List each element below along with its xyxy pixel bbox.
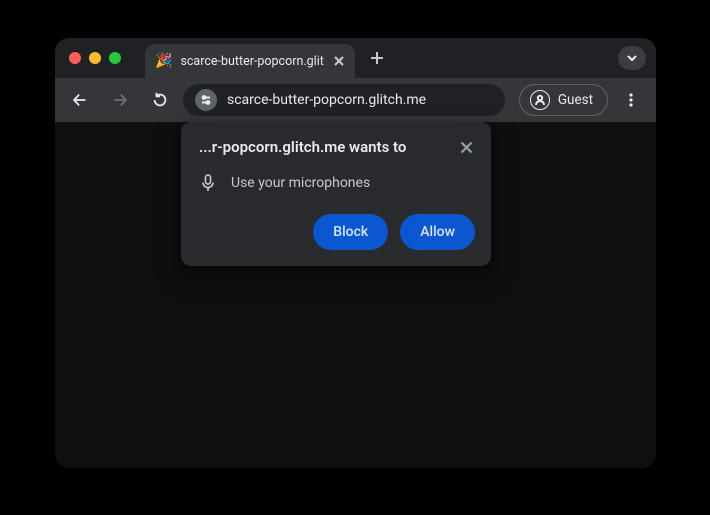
close-window-button[interactable] bbox=[69, 52, 81, 64]
permission-dialog-close-button[interactable] bbox=[455, 136, 477, 158]
tab-close-button[interactable] bbox=[332, 54, 345, 68]
browser-menu-button[interactable] bbox=[614, 83, 648, 117]
tab-favicon-icon: 🎉 bbox=[155, 53, 172, 69]
block-button[interactable]: Block bbox=[313, 214, 388, 250]
browser-tab[interactable]: 🎉 scarce-butter-popcorn.glitch bbox=[145, 44, 355, 78]
tab-strip: 🎉 scarce-butter-popcorn.glitch bbox=[55, 38, 656, 78]
profile-label: Guest bbox=[558, 92, 593, 108]
permission-item: Use your microphones bbox=[199, 174, 475, 192]
browser-window: 🎉 scarce-butter-popcorn.glitch bbox=[55, 38, 656, 468]
microphone-icon bbox=[199, 174, 217, 192]
maximize-window-button[interactable] bbox=[109, 52, 121, 64]
tab-title: scarce-butter-popcorn.glitch bbox=[180, 54, 324, 69]
permission-dialog: ...r-popcorn.glitch.me wants to Use your… bbox=[181, 122, 491, 266]
tab-search-button[interactable] bbox=[618, 46, 646, 70]
site-settings-icon[interactable] bbox=[195, 89, 217, 111]
profile-button[interactable]: Guest bbox=[519, 84, 608, 116]
page-viewport: ...r-popcorn.glitch.me wants to Use your… bbox=[55, 122, 656, 468]
back-button[interactable] bbox=[63, 83, 97, 117]
browser-toolbar: scarce-butter-popcorn.glitch.me Guest bbox=[55, 78, 656, 122]
window-controls bbox=[69, 52, 121, 64]
permission-item-label: Use your microphones bbox=[231, 175, 370, 191]
permission-dialog-title: ...r-popcorn.glitch.me wants to bbox=[199, 138, 406, 158]
reload-button[interactable] bbox=[143, 83, 177, 117]
address-bar[interactable]: scarce-butter-popcorn.glitch.me bbox=[183, 84, 505, 116]
guest-avatar-icon bbox=[530, 90, 550, 110]
forward-button[interactable] bbox=[103, 83, 137, 117]
allow-button[interactable]: Allow bbox=[400, 214, 475, 250]
minimize-window-button[interactable] bbox=[89, 52, 101, 64]
address-bar-text: scarce-butter-popcorn.glitch.me bbox=[227, 92, 426, 108]
new-tab-button[interactable] bbox=[363, 44, 391, 72]
